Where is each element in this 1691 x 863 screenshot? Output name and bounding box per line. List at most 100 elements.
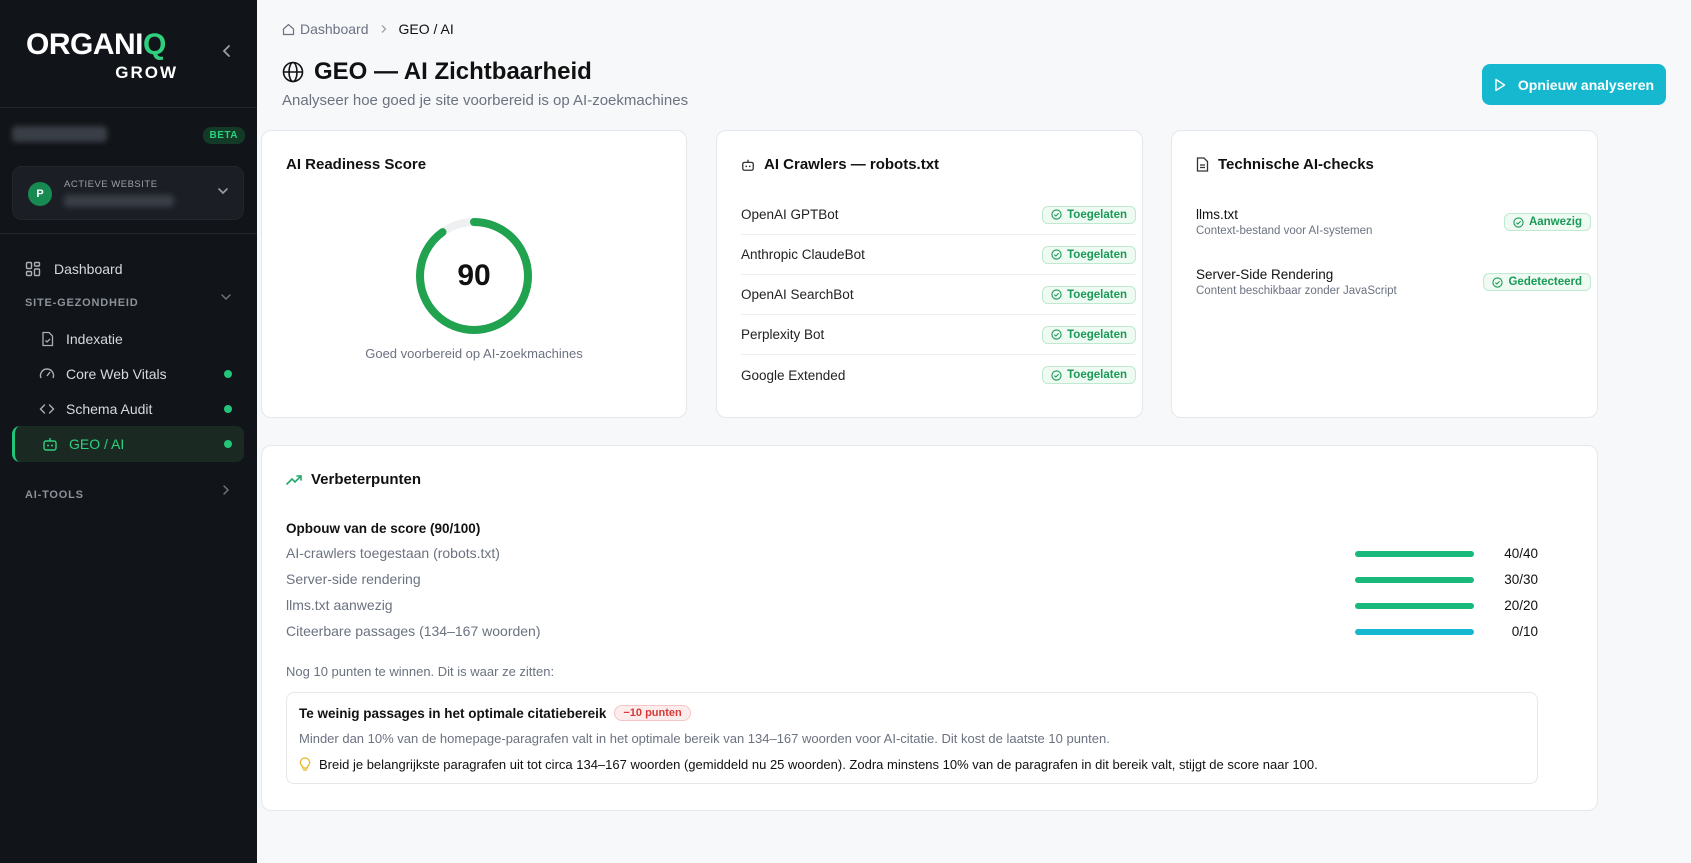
grid-icon xyxy=(24,260,42,278)
status-badge: Toegelaten xyxy=(1042,245,1136,264)
breakdown-title: Opbouw van de score (90/100) xyxy=(286,521,481,536)
crawler-name: OpenAI GPTBot xyxy=(741,207,839,222)
tech-check-row: llms.txt Context-bestand voor AI-systemen… xyxy=(1196,207,1591,237)
progress-bar xyxy=(1355,577,1474,583)
card-title: Verbeterpunten xyxy=(286,471,421,488)
logo-sub: GROW xyxy=(115,63,178,82)
nav-section-site-health[interactable]: SITE-GEZONDHEID xyxy=(25,297,138,309)
card-title-text: AI Crawlers — robots.txt xyxy=(764,156,940,173)
sidebar-item-core-web-vitals[interactable]: Core Web Vitals xyxy=(12,356,244,392)
logo[interactable]: ORGANIQ GROW xyxy=(26,30,186,86)
issue-tip-text: Breid je belangrijkste paragrafen uit to… xyxy=(319,757,1318,772)
organization-name-blurred xyxy=(12,126,107,142)
breakdown-label: llms.txt aanwezig xyxy=(286,597,393,613)
progress-fill xyxy=(1355,577,1474,583)
status-badge: Toegelaten xyxy=(1042,366,1136,384)
issue-tip: Breid je belangrijkste paragrafen uit to… xyxy=(299,757,1318,772)
sidebar-item-schema-audit[interactable]: Schema Audit xyxy=(12,391,244,427)
breakdown-label: Citeerbare passages (134–167 woorden) xyxy=(286,623,541,639)
chevron-down-icon xyxy=(217,185,229,200)
status-badge-label: Toegelaten xyxy=(1067,208,1127,221)
status-badge-label: Aanwezig xyxy=(1528,216,1582,228)
check-circle-icon xyxy=(1051,249,1062,260)
active-website-label: ACTIEVE WEBSITE xyxy=(64,179,158,190)
file-check-icon xyxy=(38,330,56,348)
issue-description: Minder dan 10% van de homepage-paragrafe… xyxy=(299,731,1110,746)
status-badge: Toegelaten xyxy=(1042,285,1136,304)
collapse-sidebar-icon[interactable] xyxy=(220,44,236,60)
crawler-row: Anthropic ClaudeBot Toegelaten xyxy=(741,235,1136,275)
status-dot xyxy=(224,370,232,378)
page-title: GEO — AI Zichtbaarheid xyxy=(282,58,592,86)
score-value: 90 xyxy=(457,259,491,292)
breakdown-value: 40/40 xyxy=(1504,546,1538,561)
crawler-name: Anthropic ClaudeBot xyxy=(741,247,865,262)
home-icon xyxy=(282,23,295,36)
progress-fill xyxy=(1355,629,1474,635)
active-website-selector[interactable]: P ACTIEVE WEBSITE xyxy=(12,166,244,220)
trending-up-icon xyxy=(286,474,302,486)
penalty-badge: −10 punten xyxy=(614,705,691,721)
status-badge: Toegelaten xyxy=(1042,205,1136,224)
sidebar-item-label: Dashboard xyxy=(54,261,123,277)
status-badge-label: Toegelaten xyxy=(1067,248,1127,261)
remaining-points-text: Nog 10 punten te winnen. Dit is waar ze … xyxy=(286,664,555,679)
sidebar-divider xyxy=(0,233,257,234)
bot-icon xyxy=(41,435,59,453)
page-subtitle: Analyseer hoe goed je site voorbereid is… xyxy=(282,92,689,109)
nav-section-ai-tools[interactable]: AI-TOOLS xyxy=(25,489,84,501)
site-avatar: P xyxy=(28,182,52,206)
sidebar-item-dashboard[interactable]: Dashboard xyxy=(12,251,244,287)
check-circle-icon xyxy=(1051,369,1062,381)
logo-accent-letter: Q xyxy=(143,28,166,61)
gauge-icon xyxy=(38,365,56,383)
chevron-down-icon[interactable] xyxy=(220,291,232,306)
status-badge: Aanwezig xyxy=(1503,213,1591,231)
main-content: Dashboard GEO / AI GEO — AI Zichtbaarhei… xyxy=(257,0,1691,863)
progress-bar xyxy=(1355,551,1474,557)
progress-fill xyxy=(1355,551,1474,557)
issue-title-text: Te weinig passages in het optimale citat… xyxy=(299,705,607,721)
breakdown-value: 30/30 xyxy=(1504,572,1538,587)
score-breakdown-row: Server-side rendering 30/30 xyxy=(286,571,1538,591)
card-title: AI Readiness Score xyxy=(286,156,427,173)
logo-text: ORGANIQ xyxy=(26,28,166,61)
ai-readiness-card: AI Readiness Score 90 Goed voorbereid op… xyxy=(261,130,687,418)
check-circle-icon xyxy=(1051,289,1062,300)
sidebar-item-indexatie[interactable]: Indexatie xyxy=(12,321,244,357)
issue-card: Te weinig passages in het optimale citat… xyxy=(286,692,1538,784)
score-breakdown-row: AI-crawlers toegestaan (robots.txt) 40/40 xyxy=(286,545,1538,565)
crawler-name: OpenAI SearchBot xyxy=(741,287,854,302)
sidebar-item-label: Core Web Vitals xyxy=(66,366,167,382)
technical-checks-card: Technische AI-checks llms.txt Context-bes… xyxy=(1171,130,1598,418)
crawler-row: Perplexity Bot Toegelaten xyxy=(741,315,1136,355)
breakdown-label: Server-side rendering xyxy=(286,571,421,587)
active-website-url-blurred xyxy=(64,195,174,207)
breakdown-label: AI-crawlers toegestaan (robots.txt) xyxy=(286,545,500,561)
sidebar-item-label: Schema Audit xyxy=(66,401,153,417)
chevron-right-icon[interactable] xyxy=(220,484,232,499)
reanalyze-button[interactable]: Opnieuw analyseren xyxy=(1482,64,1666,105)
check-circle-icon xyxy=(1051,329,1062,340)
tech-check-row: Server-Side Rendering Content beschikbaar… xyxy=(1196,267,1591,297)
crawler-name: Google Extended xyxy=(741,367,846,383)
sidebar-divider xyxy=(0,107,257,108)
progress-bar xyxy=(1355,603,1474,609)
status-dot xyxy=(224,405,232,413)
organization-row: BETA xyxy=(12,124,245,146)
score-caption: Goed voorbereid op AI-zoekmachines xyxy=(365,346,583,361)
status-badge-label: Toegelaten xyxy=(1067,288,1127,301)
issue-title: Te weinig passages in het optimale citat… xyxy=(299,705,691,721)
breadcrumb-current: GEO / AI xyxy=(398,21,454,37)
sidebar-item-geo-ai[interactable]: GEO / AI xyxy=(12,426,244,462)
check-circle-icon xyxy=(1051,209,1062,220)
status-dot xyxy=(224,440,232,448)
progress-fill xyxy=(1355,603,1474,609)
status-badge-label: Toegelaten xyxy=(1067,369,1127,381)
ai-crawlers-card: AI Crawlers — robots.txt OpenAI GPTBot To… xyxy=(716,130,1143,418)
score-breakdown-row: llms.txt aanwezig 20/20 xyxy=(286,597,1538,617)
breadcrumb-home[interactable]: Dashboard xyxy=(300,21,369,37)
crawler-row: Google Extended Toegelaten xyxy=(741,355,1136,395)
check-circle-icon xyxy=(1492,276,1504,288)
score-gauge: 90 xyxy=(414,216,534,336)
